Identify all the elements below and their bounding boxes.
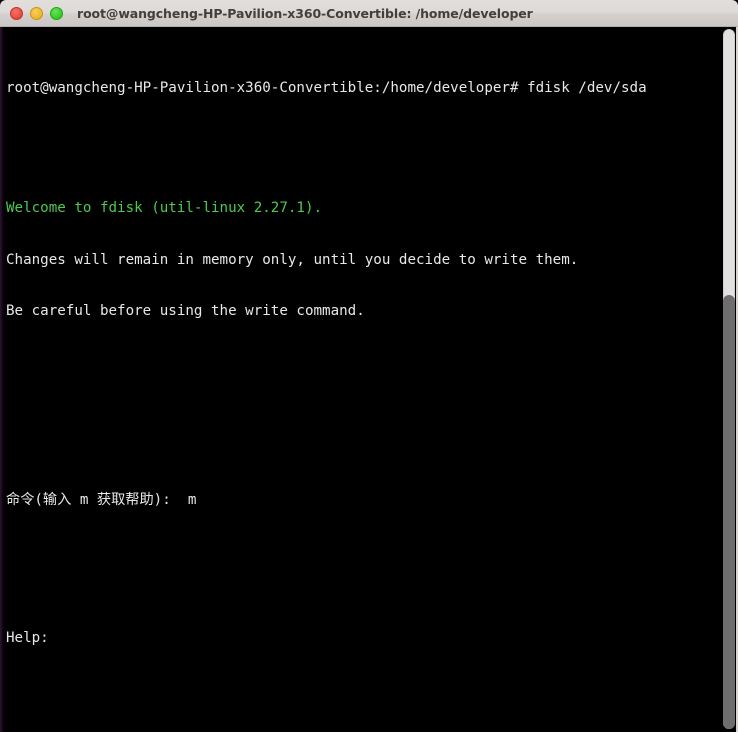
fdisk-notice-line-1: Changes will remain in memory only, unti… (6, 251, 579, 268)
terminal-frame: root@wangcheng-HP-Pavilion-x360-Converti… (0, 27, 738, 732)
fdisk-notice-line-2: Be careful before using the write comman… (6, 303, 365, 320)
scrollbar-thumb[interactable] (723, 295, 735, 729)
window-controls (10, 6, 63, 20)
command-prompt-answered: 命令(输入 m 获取帮助): m (6, 492, 197, 509)
terminal-screen[interactable]: root@wangcheng-HP-Pavilion-x360-Converti… (4, 27, 722, 732)
terminal-window: root@wangcheng-HP-Pavilion-x360-Converti… (0, 0, 738, 732)
window-titlebar[interactable]: root@wangcheng-HP-Pavilion-x360-Converti… (0, 0, 738, 27)
minimize-button-icon[interactable] (30, 6, 43, 20)
window-title: root@wangcheng-HP-Pavilion-x360-Converti… (77, 5, 533, 21)
terminal-output: root@wangcheng-HP-Pavilion-x360-Converti… (6, 28, 647, 732)
window-left-border (0, 27, 3, 732)
fdisk-welcome-line: Welcome to fdisk (util-linux 2.27.1). (6, 200, 323, 216)
shell-prompt-line: root@wangcheng-HP-Pavilion-x360-Converti… (6, 79, 647, 96)
terminal-scrollbar[interactable] (722, 27, 736, 732)
close-button-icon[interactable] (10, 6, 23, 20)
help-label: Help: (6, 629, 49, 646)
maximize-button-icon[interactable] (50, 6, 63, 20)
